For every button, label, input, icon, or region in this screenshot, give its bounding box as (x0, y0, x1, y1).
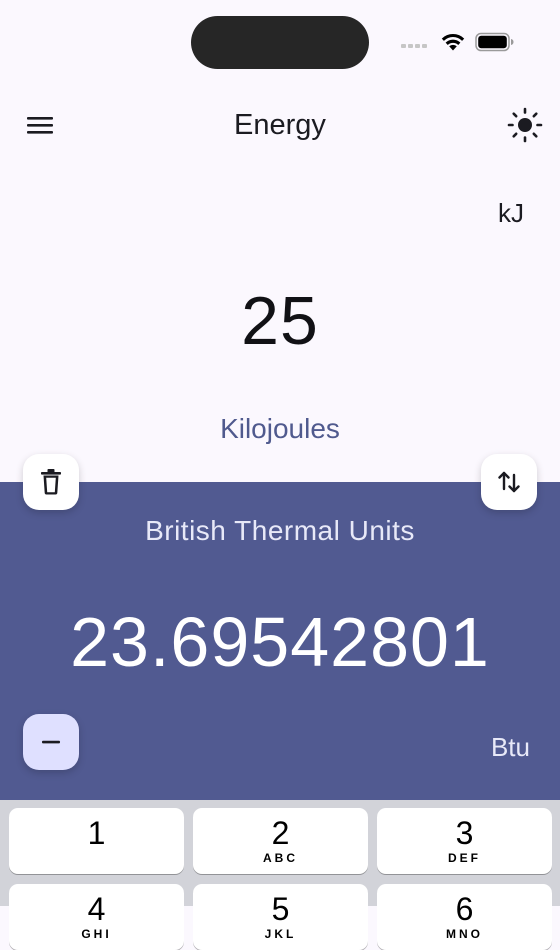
output-panel: British Thermal Units 23.69542801 Btu (0, 482, 560, 800)
key-digit: 1 (87, 815, 106, 851)
key-digit: 6 (455, 891, 474, 927)
key-letters: ABC (263, 851, 298, 865)
wifi-icon (441, 33, 465, 51)
numeric-keypad: 1 2 ABC 3 DEF 4 GHI 5 JKL 6 MNO (0, 800, 560, 950)
top-app-bar: Energy (0, 92, 560, 158)
output-value: 23.69542801 (70, 603, 490, 681)
cellular-signal-icon (401, 44, 427, 48)
delete-button[interactable] (23, 454, 79, 510)
menu-icon[interactable] (20, 105, 60, 145)
output-unit-name[interactable]: British Thermal Units (0, 515, 560, 547)
key-5[interactable]: 5 JKL (193, 884, 368, 950)
negate-button[interactable] (23, 714, 79, 770)
key-4[interactable]: 4 GHI (9, 884, 184, 950)
key-digit: 4 (87, 891, 106, 927)
battery-icon (475, 32, 514, 52)
status-bar (0, 0, 560, 80)
key-digit: 2 (271, 815, 290, 851)
swap-vertical-icon (498, 471, 520, 493)
key-1[interactable]: 1 (9, 808, 184, 874)
key-letters: GHI (81, 927, 112, 941)
minus-icon (42, 740, 60, 744)
input-unit-symbol[interactable]: kJ (498, 198, 524, 229)
trash-icon (41, 469, 61, 495)
key-2[interactable]: 2 ABC (193, 808, 368, 874)
key-digit: 3 (455, 815, 474, 851)
key-letters: JKL (264, 927, 297, 941)
key-digit: 5 (271, 891, 290, 927)
key-letters: MNO (446, 927, 483, 941)
key-3[interactable]: 3 DEF (377, 808, 552, 874)
dynamic-island (191, 16, 369, 69)
input-unit-name[interactable]: Kilojoules (0, 413, 560, 445)
brightness-icon[interactable] (503, 103, 547, 147)
input-value[interactable]: 25 (0, 282, 560, 360)
swap-units-button[interactable] (481, 454, 537, 510)
key-letters: DEF (448, 851, 481, 865)
output-unit-symbol[interactable]: Btu (491, 732, 530, 763)
key-6[interactable]: 6 MNO (377, 884, 552, 950)
page-title: Energy (234, 109, 326, 141)
